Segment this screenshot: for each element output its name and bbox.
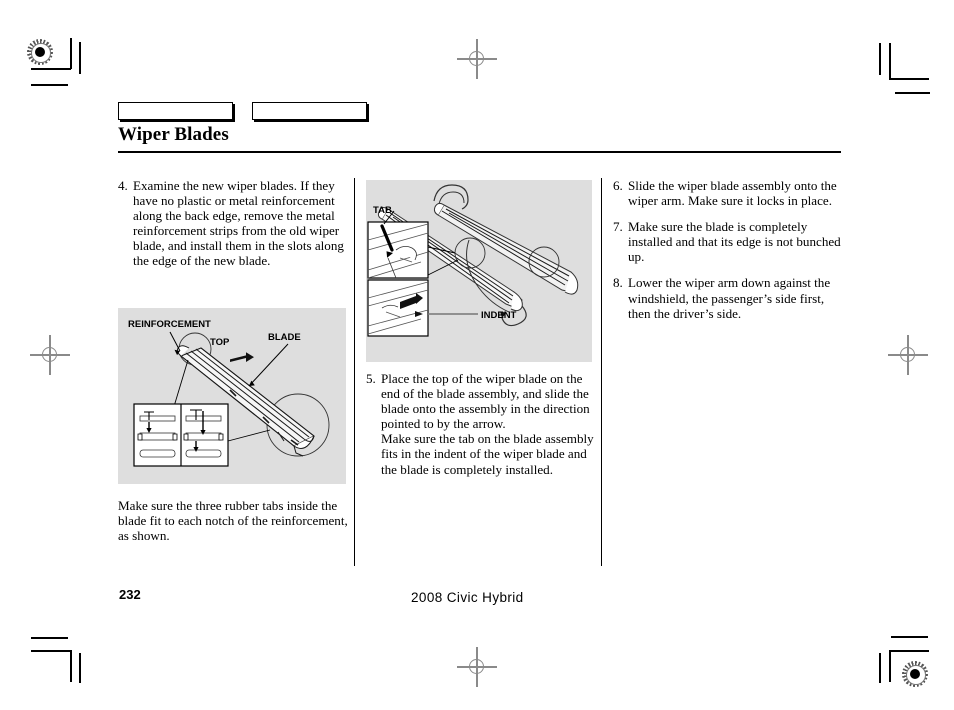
step-5: 5. Place the top of the wiper blade on t… bbox=[366, 371, 598, 477]
reinforcement-figure: REINFORCEMENT TOP BLADE bbox=[118, 308, 346, 484]
step-6-text: Slide the wiper blade assembly onto the … bbox=[628, 178, 837, 209]
middle-column: 5. Place the top of the wiper blade on t… bbox=[366, 371, 598, 488]
section-tab-1[interactable] bbox=[118, 102, 233, 120]
step-8-number: 8. bbox=[613, 275, 623, 291]
step-4-text: Examine the new wiper blades. If they ha… bbox=[133, 178, 344, 269]
left-column: 4. Examine the new wiper blades. If they… bbox=[118, 178, 346, 280]
column-divider-1 bbox=[354, 178, 356, 566]
column-divider-2 bbox=[601, 178, 603, 566]
middle-column-inner: 5. Place the top of the wiper blade on t… bbox=[366, 371, 598, 477]
footer-model-title: 2008 Civic Hybrid bbox=[411, 590, 524, 605]
label-tab: TAB bbox=[373, 205, 392, 216]
step-6: 6. Slide the wiper blade assembly onto t… bbox=[613, 178, 845, 208]
section-tabs bbox=[118, 102, 367, 120]
step-8: 8. Lower the wiper arm down against the … bbox=[613, 275, 845, 320]
section-tab-2[interactable] bbox=[252, 102, 367, 120]
step-5-number: 5. bbox=[366, 371, 376, 386]
page-title: Wiper Blades bbox=[118, 124, 229, 145]
step-7: 7. Make sure the blade is completely ins… bbox=[613, 219, 845, 264]
left-figure-caption: Make sure the three rubber tabs inside t… bbox=[118, 498, 348, 544]
label-top: TOP bbox=[210, 337, 230, 348]
label-reinforcement: REINFORCEMENT bbox=[128, 319, 211, 330]
step-7-number: 7. bbox=[613, 219, 623, 235]
step-4-number: 4. bbox=[118, 178, 128, 193]
label-indent: INDENT bbox=[481, 310, 517, 321]
step-5-paragraph-1: Place the top of the wiper blade on the … bbox=[381, 371, 590, 432]
step-5-paragraph-2: Make sure the tab on the blade assembly … bbox=[381, 431, 594, 477]
label-blade: BLADE bbox=[268, 332, 301, 343]
manual-page: Wiper Blades 4. Examine the new wiper bl… bbox=[0, 0, 954, 710]
right-column: 6. Slide the wiper blade assembly onto t… bbox=[613, 178, 845, 332]
step-8-text: Lower the wiper arm down against the win… bbox=[628, 275, 831, 321]
step-6-number: 6. bbox=[613, 178, 623, 193]
tab-indent-figure: TAB INDENT bbox=[366, 180, 592, 362]
tab-indent-illustration: TAB INDENT bbox=[367, 184, 579, 337]
step-4: 4. Examine the new wiper blades. If they… bbox=[118, 178, 346, 269]
reinforcement-illustration: REINFORCEMENT TOP BLADE bbox=[128, 319, 330, 467]
page-number: 232 bbox=[119, 587, 141, 602]
title-rule bbox=[118, 151, 841, 153]
step-7-text: Make sure the blade is completely instal… bbox=[628, 219, 841, 265]
left-figure-caption-wrap: Make sure the three rubber tabs inside t… bbox=[118, 490, 350, 543]
